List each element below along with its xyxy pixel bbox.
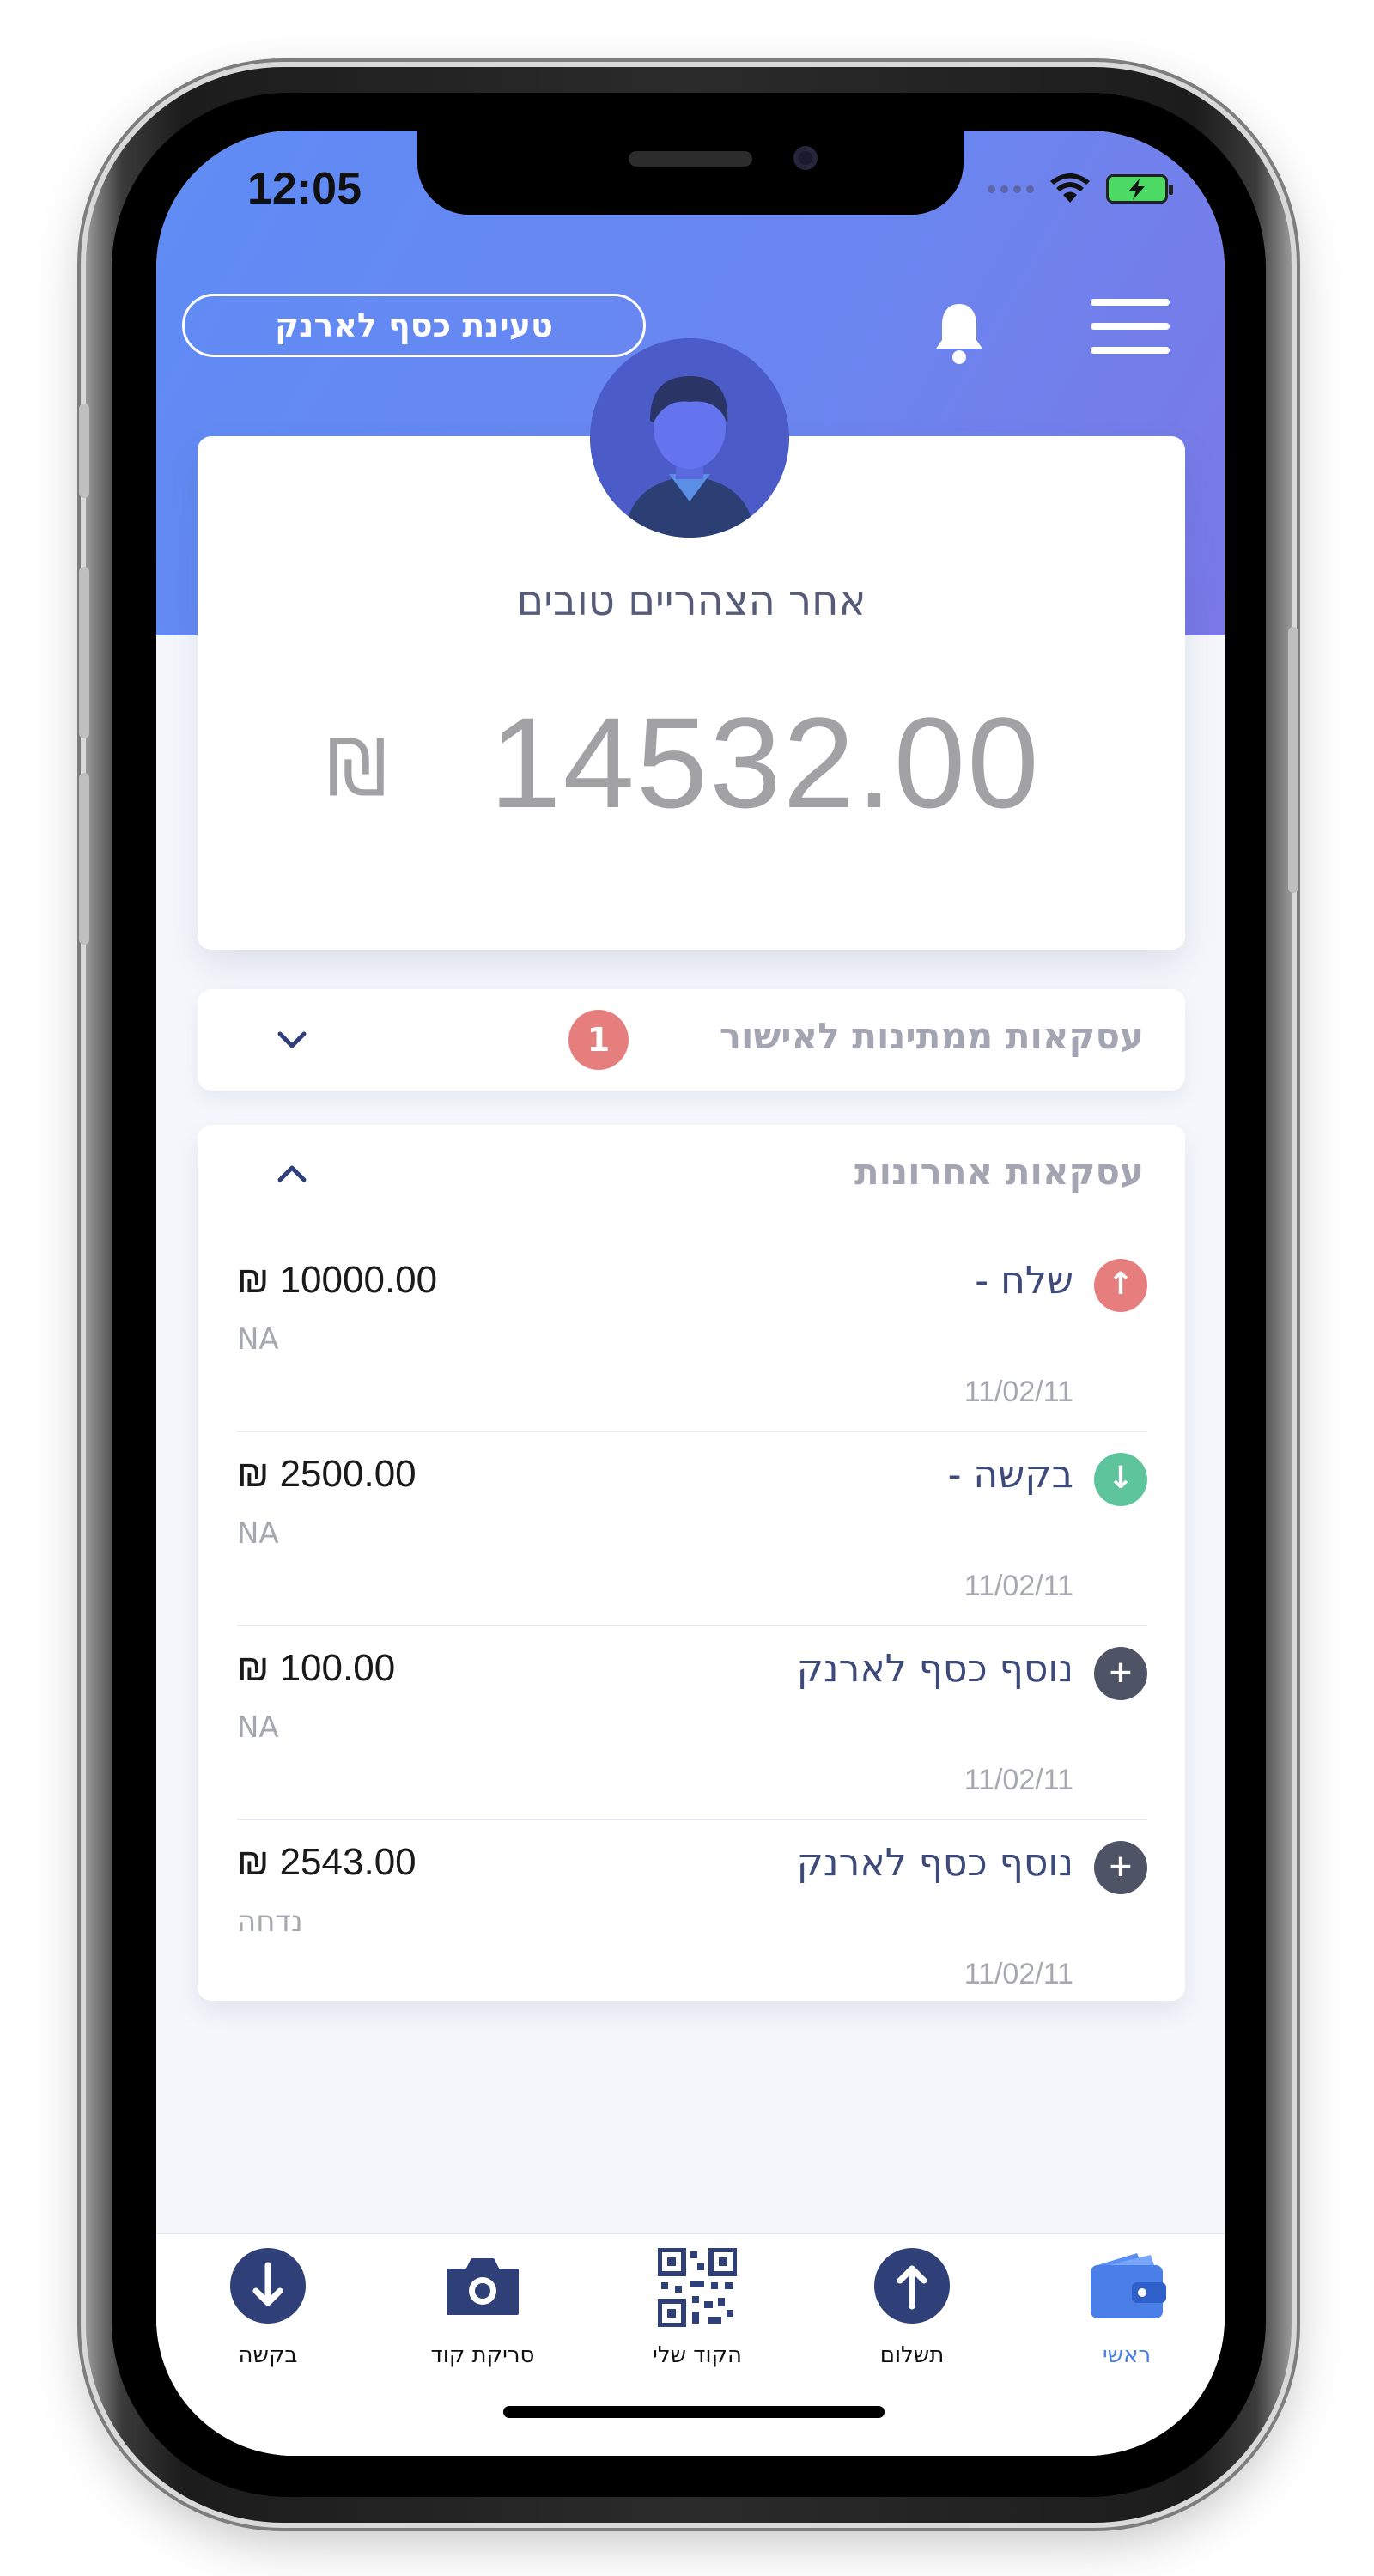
transaction-row[interactable]: + נוסף כסף לארנק ₪ 100.00 NA 11/02/11 <box>237 1626 1147 1820</box>
bottom-tab-bar: בקשה סריקת קוד הקוד שלי תשלום ראשי <box>156 2233 1225 2456</box>
recent-transactions-title: עסקאות אחרונות <box>854 1151 1144 1193</box>
transaction-amount: ₪ 100.00 <box>237 1647 396 1689</box>
bell-icon[interactable] <box>929 299 989 368</box>
transaction-label: בקשה - <box>947 1453 1073 1497</box>
load-wallet-button[interactable]: טעינת כסף לארנק <box>182 294 646 357</box>
front-camera <box>793 146 818 170</box>
plus-icon: + <box>1094 1841 1147 1894</box>
power-button <box>1288 627 1298 893</box>
tab-label: בקשה <box>238 2342 298 2368</box>
notch <box>417 131 964 215</box>
volume-up-button <box>79 567 89 738</box>
home-indicator[interactable] <box>503 2406 885 2418</box>
chevron-down-icon[interactable] <box>275 1024 309 1058</box>
arrow-down-icon: ↓ <box>1094 1453 1147 1506</box>
avatar[interactable] <box>590 338 789 538</box>
transaction-amount: ₪ 2500.00 <box>237 1453 416 1495</box>
status-icons <box>988 173 1173 204</box>
battery-icon <box>1106 174 1173 204</box>
tab-scan-code[interactable]: סריקת קוד <box>397 2248 568 2385</box>
status-time: 12:05 <box>247 164 362 214</box>
transaction-label: נוסף כסף לארנק <box>796 1647 1073 1691</box>
transaction-note: NA <box>237 1710 279 1745</box>
volume-down-button <box>79 773 89 945</box>
qr-code-icon <box>657 2247 738 2328</box>
menu-icon[interactable] <box>1091 299 1170 359</box>
arrow-up-circle-icon <box>874 2248 950 2324</box>
pending-transactions-card[interactable]: עסקאות ממתינות לאישור 1 <box>198 989 1185 1091</box>
transaction-date: 11/02/11 <box>964 1376 1073 1408</box>
signal-icon <box>988 185 1034 193</box>
tab-request[interactable]: בקשה <box>182 2248 354 2385</box>
transaction-amount: ₪ 2543.00 <box>237 1841 416 1883</box>
transaction-date: 11/02/11 <box>964 1764 1073 1796</box>
transaction-date: 11/02/11 <box>964 1958 1073 1990</box>
transaction-note: NA <box>237 1322 279 1357</box>
greeting-text: אחר הצהריים טובים <box>516 577 866 625</box>
transaction-note: NA <box>237 1516 279 1551</box>
pending-count-badge: 1 <box>568 1010 629 1070</box>
transaction-date: 11/02/11 <box>964 1570 1073 1602</box>
recent-transactions-card: עסקאות אחרונות ↑ שלח - ₪ 10000.00 NA 11/… <box>198 1125 1185 2001</box>
wifi-icon <box>1050 173 1090 203</box>
tab-label: סריקת קוד <box>430 2342 535 2368</box>
tab-payment[interactable]: תשלום <box>826 2248 998 2385</box>
arrow-up-icon: ↑ <box>1094 1259 1147 1312</box>
transaction-note: נדחה <box>237 1905 303 1939</box>
tab-label: ראשי <box>1102 2342 1152 2368</box>
arrow-down-circle-icon <box>230 2248 306 2324</box>
silent-switch <box>79 404 89 498</box>
tab-label: תשלום <box>879 2342 945 2368</box>
camera-icon <box>447 2258 519 2315</box>
pending-transactions-title: עסקאות ממתינות לאישור <box>719 1015 1144 1057</box>
currency-symbol: ₪ <box>326 723 387 813</box>
tab-my-code[interactable]: הקוד שלי <box>611 2247 783 2385</box>
transaction-row[interactable]: + נוסף כסף לארנק ₪ 2543.00 נדחה 11/02/11 <box>237 1820 1147 2014</box>
speaker <box>629 151 752 167</box>
phone-screen: 12:05 טעינת כסף לארנק אחר הצהריים טובים … <box>156 131 1225 2456</box>
wallet-icon <box>1091 2253 1166 2318</box>
user-avatar-icon <box>590 338 789 538</box>
plus-icon: + <box>1094 1647 1147 1700</box>
transaction-row[interactable]: ↓ בקשה - ₪ 2500.00 NA 11/02/11 <box>237 1432 1147 1626</box>
transaction-label: שלח - <box>975 1259 1073 1303</box>
transaction-row[interactable]: ↑ שלח - ₪ 10000.00 NA 11/02/11 <box>237 1238 1147 1432</box>
balance-row: ₪ 14532.00 <box>198 689 1185 835</box>
transaction-label: נוסף כסף לארנק <box>796 1841 1073 1885</box>
chevron-up-icon[interactable] <box>275 1156 309 1190</box>
tab-home[interactable]: ראשי <box>1041 2248 1213 2385</box>
transaction-amount: ₪ 10000.00 <box>237 1259 438 1301</box>
balance-amount: 14532.00 <box>489 690 1041 835</box>
tab-label: הקוד שלי <box>653 2342 742 2368</box>
